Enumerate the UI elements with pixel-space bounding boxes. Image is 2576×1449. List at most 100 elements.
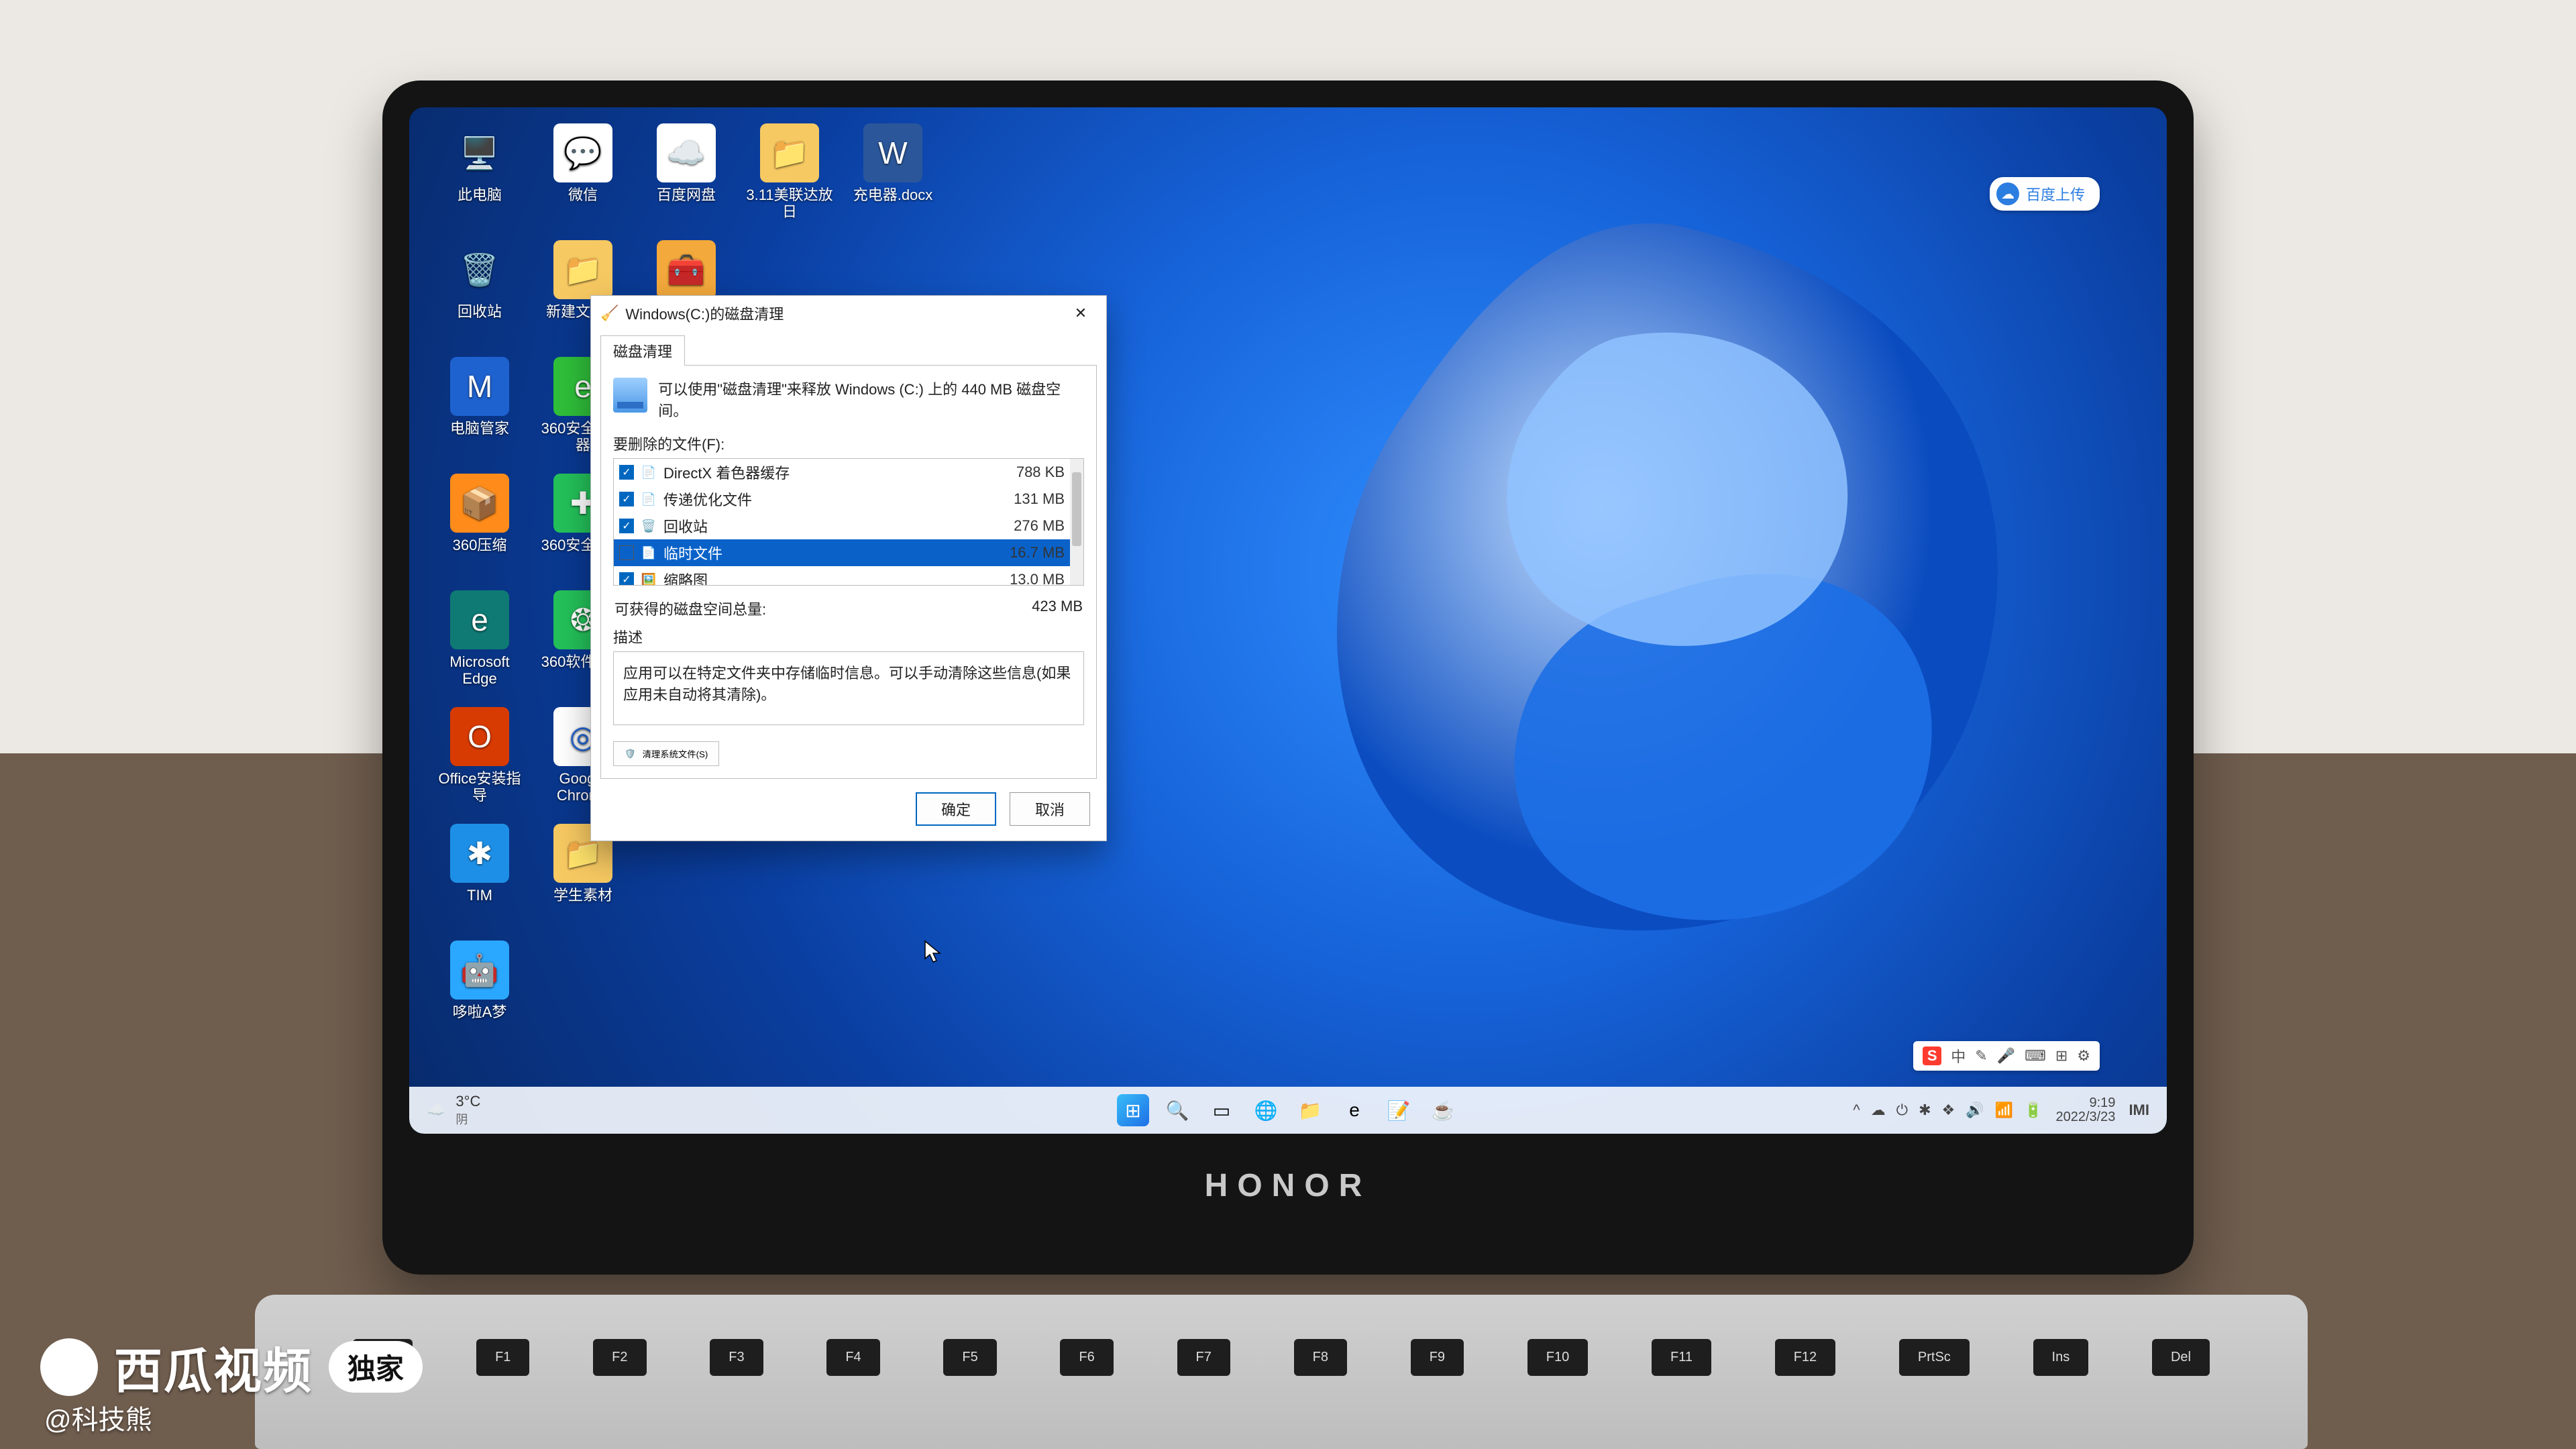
ime-floating-bar[interactable]: S 中 ✎ 🎤 ⌨ ⊞ ⚙ xyxy=(1913,1041,2100,1071)
file-list-item[interactable]: ✓🗑️回收站276 MB xyxy=(614,513,1083,539)
clean-system-files-button[interactable]: 🛡️ 清理系统文件(S) xyxy=(613,741,719,766)
description-box: 应用可以在特定文件夹中存储临时信息。可以手动清除这些信息(如果应用未自动将其清除… xyxy=(613,651,1084,725)
tray-icon[interactable]: ⏻ xyxy=(1896,1102,1908,1119)
desktop-icon[interactable]: 💬微信 xyxy=(533,123,633,237)
file-item-checkbox[interactable]: ✓ xyxy=(619,572,634,586)
file-item-name: DirectX 着色器缓存 xyxy=(663,462,1010,483)
tray-icon[interactable]: 🔋 xyxy=(2024,1102,2042,1119)
desktop-icon[interactable]: 🤖哆啦A梦 xyxy=(429,941,530,1055)
file-item-checkbox[interactable] xyxy=(619,545,634,560)
file-list-item[interactable]: 📄临时文件16.7 MB xyxy=(614,539,1083,566)
desktop-icon[interactable]: 📁 3.11美联达放日 xyxy=(739,123,840,237)
file-list-item[interactable]: ✓📄DirectX 着色器缓存788 KB xyxy=(614,459,1083,486)
desktop-icon-label: Office安装指导 xyxy=(433,770,527,804)
tray-icon[interactable]: ^ xyxy=(1853,1102,1860,1119)
desktop-icon-label: 3.11美联达放日 xyxy=(743,186,837,221)
desktop-icon-glyph: 🖥️ xyxy=(450,123,509,182)
file-item-size: 131 MB xyxy=(1014,490,1065,508)
laptop-body: 🖥️此电脑💬微信☁️百度网盘📁3.11美联达放日W充电器.docx🗑️回收站📁新… xyxy=(382,80,2194,1275)
ime-item[interactable]: 中 xyxy=(1951,1045,1966,1067)
file-item-checkbox[interactable]: ✓ xyxy=(619,519,634,533)
cloud-upload-pill[interactable]: ☁ 百度上传 xyxy=(1990,177,2100,211)
desktop-icon-glyph: W xyxy=(863,123,922,182)
disk-cleanup-dialog: 🧹 Windows(C:)的磁盘清理 ✕ 磁盘清理 可以使用"磁盘清理"来释放 … xyxy=(590,295,1107,841)
taskbar-app-button[interactable]: ☕ xyxy=(1427,1094,1459,1126)
tab-disk-cleanup[interactable]: 磁盘清理 xyxy=(600,335,685,366)
ime-item[interactable]: ✎ xyxy=(1975,1047,1987,1065)
desktop-icon-label: 微信 xyxy=(568,186,598,203)
tray-icon[interactable]: ❖ xyxy=(1942,1102,1955,1119)
tray-icon[interactable]: 📶 xyxy=(1995,1102,2013,1119)
files-listbox[interactable]: ✓📄DirectX 着色器缓存788 KB✓📄传递优化文件131 MB✓🗑️回收… xyxy=(613,458,1084,586)
desktop-icon-glyph: 📦 xyxy=(450,474,509,533)
ime-item[interactable]: ⊞ xyxy=(2055,1047,2068,1065)
file-item-name: 临时文件 xyxy=(663,542,1003,564)
taskbar[interactable]: ☁️ 3°C 阴 ⊞ 🔍 ▭ 🌐 📁 e 📝 ☕ ^ ☁ ⏻ ✱ ❖ 🔊 📶 🔋 9:19 2022/3/2… xyxy=(409,1087,2167,1134)
close-button[interactable]: ✕ xyxy=(1062,300,1099,327)
windows-desktop[interactable]: 🖥️此电脑💬微信☁️百度网盘📁3.11美联达放日W充电器.docx🗑️回收站📁新… xyxy=(409,107,2167,1134)
search-button[interactable]: 🔍 xyxy=(1161,1094,1193,1126)
dialog-titlebar[interactable]: 🧹 Windows(C:)的磁盘清理 ✕ xyxy=(591,296,1106,331)
ime-item[interactable]: ⚙ xyxy=(2077,1047,2090,1065)
file-item-checkbox[interactable]: ✓ xyxy=(619,465,634,480)
cloud-icon: ☁ xyxy=(1996,182,2019,205)
desktop-icon[interactable]: 🖥️ 此电脑 xyxy=(429,123,530,237)
desktop-icon[interactable]: ☁️百度网盘 xyxy=(636,123,737,237)
taskbar-app-button[interactable]: e xyxy=(1338,1094,1371,1126)
dialog-panel: 可以使用"磁盘清理"来释放 Windows (C:) 上的 440 MB 磁盘空… xyxy=(600,365,1097,779)
desktop-icon-label: 此电脑 xyxy=(458,186,502,203)
file-list-item[interactable]: ✓📄传递优化文件131 MB xyxy=(614,486,1083,513)
ok-button[interactable]: 确定 xyxy=(916,792,996,826)
desktop-icon-glyph: O xyxy=(450,707,509,766)
desktop-icon-glyph: 📁 xyxy=(760,123,819,182)
ime-item[interactable]: 🎤 xyxy=(1997,1047,2015,1065)
taskbar-app-button[interactable]: ▭ xyxy=(1205,1094,1238,1126)
file-item-icon: 📄 xyxy=(641,545,657,561)
tray-icon[interactable]: ☁ xyxy=(1871,1102,1886,1119)
desktop-icon[interactable]: W充电器.docx xyxy=(843,123,943,237)
file-item-checkbox[interactable]: ✓ xyxy=(619,492,634,506)
desktop-icon-label: 360压缩 xyxy=(453,537,507,553)
listbox-scrollbar[interactable] xyxy=(1070,459,1083,585)
taskbar-app-button[interactable]: 📁 xyxy=(1294,1094,1326,1126)
desktop-icon[interactable]: ✱TIM xyxy=(429,824,530,938)
clean-system-files-label: 清理系统文件(S) xyxy=(643,747,708,760)
laptop-brand-label: HONOR xyxy=(1205,1167,1372,1204)
desktop-icon[interactable]: 📦 360压缩 xyxy=(429,474,530,588)
tray-icon[interactable]: ✱ xyxy=(1919,1102,1931,1119)
laptop-screen: 🖥️此电脑💬微信☁️百度网盘📁3.11美联达放日W充电器.docx🗑️回收站📁新… xyxy=(409,107,2167,1134)
ime-item[interactable]: ⌨ xyxy=(2025,1047,2046,1065)
tray-icon[interactable]: 🔊 xyxy=(1966,1102,1984,1119)
file-item-size: 276 MB xyxy=(1014,517,1065,535)
desktop-icon-glyph: 🤖 xyxy=(450,941,509,1000)
ime-logo-icon: S xyxy=(1923,1046,1941,1065)
file-item-size: 13.0 MB xyxy=(1010,571,1065,586)
cancel-button[interactable]: 取消 xyxy=(1010,792,1090,826)
taskbar-app-button[interactable]: 📝 xyxy=(1383,1094,1415,1126)
taskbar-weather[interactable]: ☁️ 3°C 阴 xyxy=(427,1093,480,1128)
watermark-site: 西瓜视频 xyxy=(114,1332,313,1402)
desktop-icon-glyph: M xyxy=(450,357,509,416)
file-item-name: 缩略图 xyxy=(663,569,1003,586)
taskbar-app-button[interactable]: 🌐 xyxy=(1250,1094,1282,1126)
keyboard-key: F3 xyxy=(710,1339,763,1376)
shield-icon: 🛡️ xyxy=(625,749,636,759)
desktop-icon[interactable]: M 电脑管家 xyxy=(429,357,530,471)
taskbar-center: ⊞ 🔍 ▭ 🌐 📁 e 📝 ☕ xyxy=(1117,1094,1459,1126)
drive-icon xyxy=(613,378,647,413)
keyboard-key: F5 xyxy=(943,1339,996,1376)
taskbar-clock[interactable]: 9:19 2022/3/23 xyxy=(2055,1096,2115,1124)
desktop-icon[interactable]: 🗑️回收站 xyxy=(429,240,530,354)
dialog-title: Windows(C:)的磁盘清理 xyxy=(625,303,784,324)
watermark-badge: 独家 xyxy=(329,1341,423,1393)
desktop-icon[interactable]: O Office安装指导 xyxy=(429,707,530,821)
file-item-icon: 🖼️ xyxy=(641,572,657,586)
file-list-item[interactable]: ✓ 🖼️ 缩略图 13.0 MB xyxy=(614,566,1083,586)
desktop-icon-label: 电脑管家 xyxy=(450,420,509,437)
start-button[interactable]: ⊞ xyxy=(1117,1094,1149,1126)
desktop-icon[interactable]: eMicrosoft Edge xyxy=(429,590,530,704)
total-value: 423 MB xyxy=(1032,598,1083,619)
keyboard-key: F7 xyxy=(1177,1339,1230,1376)
clock-time: 9:19 xyxy=(2055,1096,2115,1110)
intro-row: 可以使用"磁盘清理"来释放 Windows (C:) 上的 440 MB 磁盘空… xyxy=(613,378,1084,421)
